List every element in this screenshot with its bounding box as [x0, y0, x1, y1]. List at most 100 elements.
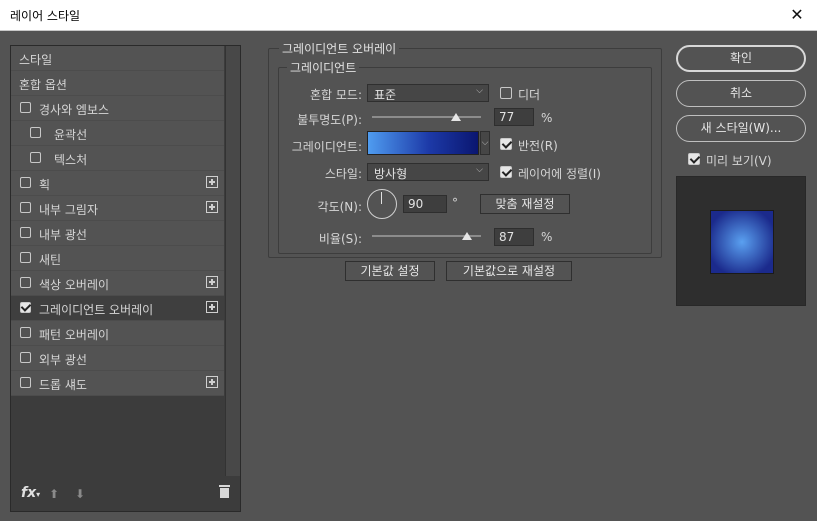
dither-checkbox[interactable] — [500, 87, 512, 99]
reset-to-default-button[interactable]: 기본값으로 재설정 — [446, 261, 572, 281]
sidebar-item[interactable]: 새틴 — [11, 246, 224, 271]
dither-label: 디더 — [518, 88, 541, 102]
sidebar-item[interactable]: 윤곽선 — [11, 121, 224, 146]
sidebar-item[interactable]: 그레이디언트 오버레이 — [11, 296, 224, 321]
sidebar-item[interactable]: 색상 오버레이 — [11, 271, 224, 296]
add-effect-icon[interactable] — [206, 301, 218, 313]
window-title: 레이어 스타일 — [10, 9, 81, 23]
fx-menu-button[interactable]: fx▾ — [21, 485, 40, 501]
preview-label: 미리 보기(V) — [706, 154, 772, 168]
sidebar-item-label: 스타일 — [19, 53, 53, 67]
title-bar: 레이어 스타일 ✕ — [0, 0, 817, 31]
gradient-picker-arrow[interactable]: ⌵ — [480, 131, 490, 155]
fx-label: fx — [21, 485, 37, 501]
sidebar-item-label: 텍스처 — [54, 153, 88, 167]
sidebar-item-label: 경사와 엠보스 — [39, 103, 110, 117]
sidebar-item-checkbox[interactable] — [20, 327, 31, 338]
gradient-subgroup-title: 그레이디언트 — [287, 59, 360, 76]
chevron-down-icon: ⌵ — [476, 165, 483, 175]
sidebar-item[interactable]: 혼합 옵션 — [11, 71, 224, 96]
sidebar-item-checkbox[interactable] — [20, 252, 31, 263]
sidebar-item-label: 혼합 옵션 — [19, 78, 67, 92]
opacity-slider-thumb[interactable] — [450, 113, 461, 121]
add-effect-icon[interactable] — [206, 176, 218, 188]
scale-slider-thumb[interactable] — [461, 232, 472, 240]
sidebar-item-checkbox[interactable] — [30, 152, 41, 163]
scale-input[interactable]: 87 — [494, 228, 534, 246]
sidebar-item[interactable]: 드롭 섀도 — [11, 371, 224, 396]
angle-input[interactable]: 90 — [403, 195, 447, 213]
sidebar-item-checkbox[interactable] — [20, 377, 31, 388]
preview-checkbox[interactable] — [688, 153, 700, 165]
scale-slider[interactable] — [372, 232, 481, 240]
sidebar-item-checkbox[interactable] — [20, 302, 31, 313]
sidebar-item[interactable]: 내부 광선 — [11, 221, 224, 246]
gradient-swatch[interactable] — [367, 131, 479, 155]
add-effect-icon[interactable] — [206, 201, 218, 213]
style-value: 방사형 — [374, 167, 408, 181]
chevron-down-icon: ⌵ — [476, 86, 483, 96]
sidebar-item[interactable]: 내부 그림자 — [11, 196, 224, 221]
styles-list-footer: fx▾ ⬆ ⬇ — [11, 479, 240, 511]
sidebar-item-label: 색상 오버레이 — [39, 278, 110, 292]
sidebar-item-label: 외부 광선 — [39, 353, 87, 367]
align-with-layer-checkbox[interactable] — [500, 166, 512, 178]
trash-icon[interactable] — [219, 485, 230, 498]
reverse-checkbox[interactable] — [500, 138, 512, 150]
styles-list: 스타일혼합 옵션경사와 엠보스윤곽선텍스처 획내부 그림자내부 광선새틴색상 오버… — [11, 46, 224, 396]
sidebar-item-label: 내부 그림자 — [39, 203, 99, 217]
reverse-label: 반전(R) — [518, 139, 558, 153]
angle-dial[interactable] — [367, 189, 397, 219]
close-icon[interactable]: ✕ — [777, 0, 817, 30]
sidebar-item-checkbox[interactable] — [20, 277, 31, 288]
add-effect-icon[interactable] — [206, 376, 218, 388]
sidebar-item-label: 획 — [39, 178, 51, 192]
scale-label: 비율(S): — [318, 232, 362, 246]
angle-unit: ° — [452, 196, 458, 210]
make-default-button[interactable]: 기본값 설정 — [345, 261, 435, 281]
sidebar-item-label: 패턴 오버레이 — [39, 328, 110, 342]
sidebar-item[interactable]: 경사와 엠보스 — [11, 96, 224, 121]
opacity-slider[interactable] — [372, 113, 481, 121]
opacity-label: 불투명도(P): — [297, 113, 362, 127]
sidebar-item-label: 드롭 섀도 — [39, 378, 87, 392]
style-select[interactable]: 방사형 ⌵ — [367, 163, 489, 181]
gradient-overlay-group-title: 그레이디언트 오버레이 — [279, 40, 400, 57]
new-style-button[interactable]: 새 스타일(W)... — [676, 115, 806, 142]
move-up-icon[interactable]: ⬆ — [49, 487, 61, 501]
add-effect-icon[interactable] — [206, 276, 218, 288]
sidebar-item-checkbox[interactable] — [20, 102, 31, 113]
sidebar-item-checkbox[interactable] — [20, 177, 31, 188]
styles-list-scrollbar[interactable] — [225, 46, 240, 476]
sidebar-item-checkbox[interactable] — [20, 227, 31, 238]
sidebar-item[interactable]: 텍스처 — [11, 146, 224, 171]
opacity-input[interactable]: 77 — [494, 108, 534, 126]
cancel-button[interactable]: 취소 — [676, 80, 806, 107]
opacity-unit: % — [541, 111, 553, 125]
reset-alignment-button[interactable]: 맞춤 재설정 — [480, 194, 570, 214]
sidebar-item-checkbox[interactable] — [20, 352, 31, 363]
sidebar-item-label: 새틴 — [39, 253, 62, 267]
angle-label: 각도(N): — [317, 200, 362, 214]
scale-unit: % — [541, 230, 553, 244]
blend-mode-select[interactable]: 표준 ⌵ — [367, 84, 489, 102]
sidebar-item-label: 그레이디언트 오버레이 — [39, 303, 154, 317]
blend-mode-label: 혼합 모드: — [309, 88, 362, 102]
sidebar-item[interactable]: 획 — [11, 171, 224, 196]
align-with-layer-label: 레이어에 정렬(I) — [518, 167, 601, 181]
sidebar-item[interactable]: 외부 광선 — [11, 346, 224, 371]
ok-button[interactable]: 확인 — [676, 45, 806, 72]
styles-list-panel: 스타일혼합 옵션경사와 엠보스윤곽선텍스처 획내부 그림자내부 광선새틴색상 오버… — [10, 45, 241, 512]
sidebar-item[interactable]: 패턴 오버레이 — [11, 321, 224, 346]
sidebar-item-checkbox[interactable] — [30, 127, 41, 138]
preview-thumbnail — [676, 176, 806, 306]
sidebar-item-label: 내부 광선 — [39, 228, 87, 242]
gradient-label: 그레이디언트: — [291, 140, 362, 154]
sidebar-item[interactable]: 스타일 — [11, 46, 224, 71]
style-label: 스타일: — [324, 167, 362, 181]
preview-swatch — [710, 210, 774, 274]
sidebar-item-checkbox[interactable] — [20, 202, 31, 213]
move-down-icon[interactable]: ⬇ — [75, 487, 87, 501]
blend-mode-value: 표준 — [374, 88, 397, 102]
fx-dropdown-icon: ▾ — [36, 490, 41, 499]
